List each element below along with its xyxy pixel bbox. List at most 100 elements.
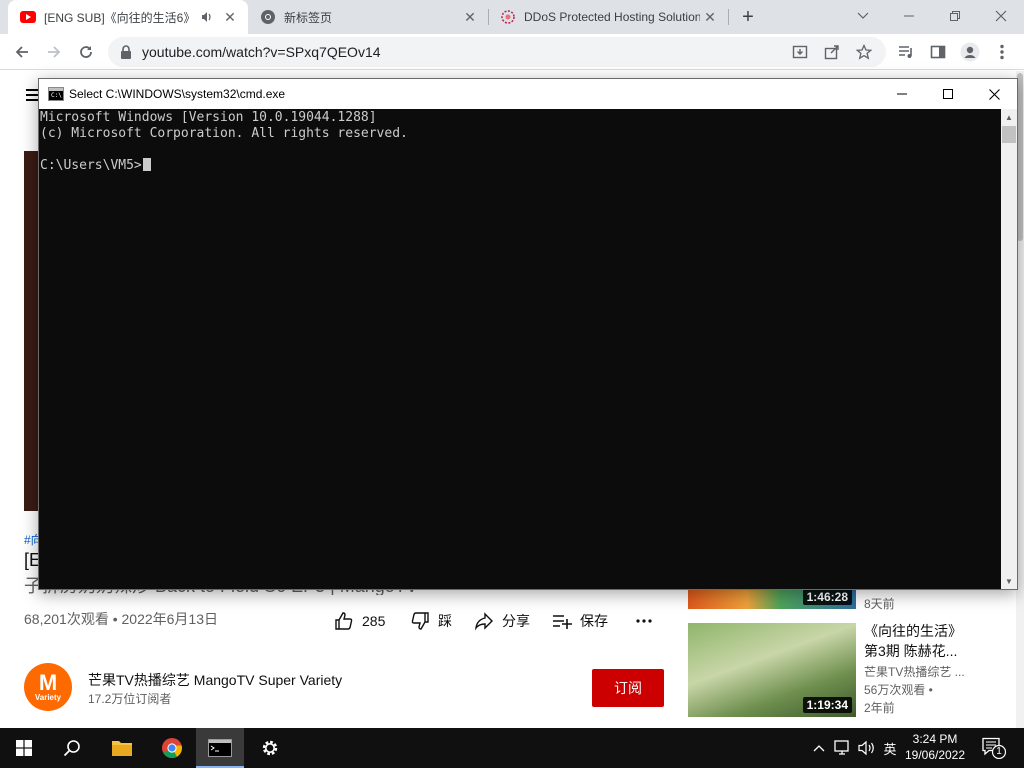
scroll-up-arrow-icon[interactable]: ▲: [1001, 109, 1017, 125]
gear-icon: [262, 740, 278, 756]
settings-taskbar-button[interactable]: [246, 728, 294, 768]
notification-count: 1: [996, 746, 1002, 757]
close-browser-button[interactable]: [988, 4, 1014, 28]
rec-views: 56万次观看 •: [864, 683, 933, 697]
side-panel-icon[interactable]: [926, 40, 950, 64]
clock-time: 3:24 PM: [912, 732, 958, 746]
cmd-taskbar-button[interactable]: [196, 728, 244, 768]
save-label: 保存: [580, 613, 608, 629]
rec-thumbnail[interactable]: 1:19:34: [688, 623, 856, 717]
tab-new-tab[interactable]: 新标签页 ✕: [248, 0, 488, 34]
save-button[interactable]: 保存: [552, 609, 608, 633]
channel-avatar[interactable]: M Variety: [24, 663, 72, 711]
youtube-icon: [20, 11, 36, 23]
input-method-indicator[interactable]: 英: [880, 728, 900, 768]
close-tab-icon[interactable]: ✕: [220, 7, 240, 27]
share-label: 分享: [502, 613, 530, 629]
subscribe-button[interactable]: 订阅: [592, 669, 664, 707]
clock-date: 19/06/2022: [904, 748, 966, 762]
tab-youtube[interactable]: [ENG SUB]《向往的生活6》 ✕: [8, 0, 248, 34]
browser-tab-strip: [ENG SUB]《向往的生活6》 ✕ 新标签页 ✕ DDoS Protecte…: [0, 0, 1024, 34]
media-controls-icon[interactable]: [894, 40, 918, 64]
terminal-icon: [208, 739, 232, 757]
folder-icon: [112, 741, 132, 756]
new-tab-button[interactable]: +: [736, 5, 760, 29]
console-line: (c) Microsoft Corporation. All rights re…: [40, 126, 408, 141]
like-count: 285: [362, 613, 386, 629]
subscriber-count: 17.2万位订阅者: [88, 692, 172, 706]
lock-icon[interactable]: [120, 45, 132, 59]
share-page-icon[interactable]: [822, 42, 842, 62]
console-line: Microsoft Windows [Version 10.0.19044.12…: [40, 110, 377, 125]
chrome-taskbar-button[interactable]: [148, 728, 196, 768]
bookmark-star-icon[interactable]: [854, 42, 874, 62]
cmd-console-output[interactable]: Microsoft Windows [Version 10.0.19044.12…: [39, 109, 1001, 589]
start-button[interactable]: [0, 728, 48, 768]
more-actions-icon[interactable]: [636, 609, 660, 633]
browser-menu-icon[interactable]: [990, 40, 1014, 64]
playlist-add-icon: [553, 615, 572, 629]
cmd-scrollbar[interactable]: ▲ ▼: [1001, 109, 1017, 589]
console-prompt-line[interactable]: C:\Users\VM5>: [40, 158, 1001, 174]
reload-button[interactable]: [74, 40, 98, 64]
minimize-browser-button[interactable]: [896, 4, 922, 28]
forward-button[interactable]: [42, 40, 66, 64]
restore-browser-button[interactable]: [942, 4, 968, 28]
rec-title-line1: 《向往的生活》: [864, 623, 962, 639]
volume-icon[interactable]: [856, 728, 878, 768]
audio-playing-icon[interactable]: [200, 10, 214, 24]
cmd-minimize-button[interactable]: [879, 79, 925, 109]
channel-name[interactable]: 芒果TV热播综艺 MangoTV Super Variety: [88, 670, 342, 690]
install-app-icon[interactable]: [790, 42, 810, 62]
scrollbar-thumb[interactable]: [1002, 126, 1016, 143]
url-text[interactable]: youtube.com/watch?v=SPxq7QEOv14: [142, 44, 381, 60]
search-button[interactable]: [48, 728, 96, 768]
close-tab-icon[interactable]: ✕: [700, 7, 720, 27]
rec-title-line2: 第3期 陈赫花...: [864, 643, 958, 659]
tab-separator: [728, 9, 729, 25]
avatar-logo-letter: M: [38, 669, 58, 695]
chrome-icon: [162, 738, 182, 759]
cmd-app-icon[interactable]: C:\: [48, 87, 64, 101]
search-icon: [63, 740, 80, 757]
scroll-down-arrow-icon[interactable]: ▼: [1001, 573, 1017, 589]
address-bar[interactable]: youtube.com/watch?v=SPxq7QEOv14: [108, 37, 886, 67]
tab-ddos-hosting[interactable]: DDoS Protected Hosting Solution ✕: [488, 0, 728, 34]
back-button[interactable]: [10, 40, 34, 64]
profile-avatar-icon[interactable]: [958, 40, 982, 64]
cmd-close-button[interactable]: [971, 79, 1017, 109]
hosting-icon: [501, 10, 515, 24]
notification-center-button[interactable]: 1: [982, 737, 1007, 760]
share-arrow-icon: [474, 612, 493, 631]
close-tab-icon[interactable]: ✕: [460, 7, 480, 27]
windows-logo-icon: [16, 740, 32, 756]
like-button[interactable]: 285: [334, 609, 385, 633]
cmd-maximize-button[interactable]: [925, 79, 971, 109]
video-view-stats: 68,201次观看 • 2022年6月13日: [24, 611, 219, 627]
thumbs-down-icon: [411, 612, 429, 630]
rec-duration: 1:46:28: [802, 589, 852, 605]
dislike-button[interactable]: 踩: [410, 609, 452, 633]
tab-title: DDoS Protected Hosting Solution: [524, 10, 700, 24]
rec-age: 2年前: [864, 701, 895, 715]
avatar-logo-text: Variety: [34, 692, 62, 702]
tab-search-icon[interactable]: [850, 4, 876, 28]
console-prompt: C:\Users\VM5>: [40, 158, 142, 173]
rec-age: 8天前: [864, 597, 895, 611]
cmd-window[interactable]: C:\ Select C:\WINDOWS\system32\cmd.exe M…: [38, 78, 1018, 590]
tab-title: [ENG SUB]《向往的生活6》: [44, 10, 196, 25]
show-hidden-icons-chevron-icon[interactable]: [810, 728, 828, 768]
thumbs-up-icon: [335, 612, 353, 630]
tab-title: 新标签页: [284, 10, 333, 25]
network-icon[interactable]: [832, 728, 854, 768]
share-button[interactable]: 分享: [474, 609, 530, 633]
system-clock[interactable]: 3:24 PM 19/06/2022: [902, 731, 968, 763]
windows-taskbar: 英 3:24 PM 19/06/2022 1: [0, 728, 1024, 768]
text-cursor: [142, 158, 151, 171]
rec-info[interactable]: 《向往的生活》 第3期 陈赫花... 芒果TV热播综艺 ... 56万次观看 •…: [864, 621, 965, 717]
rec-channel: 芒果TV热播综艺 ...: [864, 665, 965, 679]
cmd-title-bar[interactable]: C:\ Select C:\WINDOWS\system32\cmd.exe: [39, 79, 1017, 109]
cmd-window-title: Select C:\WINDOWS\system32\cmd.exe: [69, 87, 286, 101]
file-explorer-button[interactable]: [98, 728, 146, 768]
